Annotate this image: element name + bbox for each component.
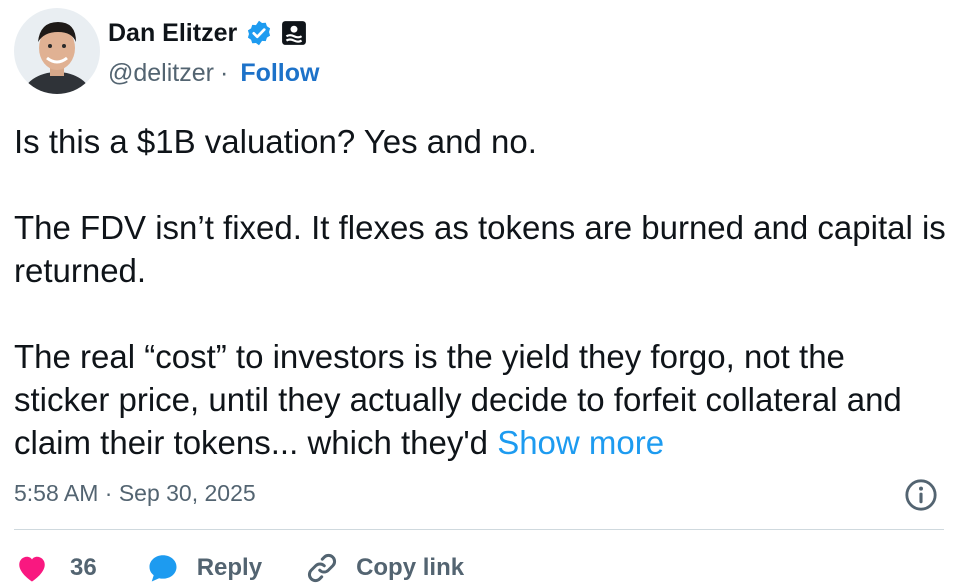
avatar[interactable] <box>14 8 100 94</box>
action-bar: 36 Reply Copy link <box>14 548 464 588</box>
copy-link-label: Copy link <box>356 554 465 581</box>
verified-badge-icon <box>248 20 271 46</box>
copy-link-button[interactable]: Copy link <box>304 550 464 586</box>
reply-bubble-icon <box>149 555 177 582</box>
author-name[interactable]: Dan Elitzer <box>108 19 237 48</box>
info-icon[interactable] <box>904 478 938 512</box>
author-handle[interactable]: @delitzer <box>108 59 214 88</box>
tweet-paragraph-3-text: The real “cost” to investors is the yiel… <box>14 338 902 461</box>
author-row: Dan Elitzer <box>108 16 307 50</box>
heart-icon <box>19 556 45 582</box>
separator-dot: · <box>219 58 229 87</box>
reply-label: Reply <box>196 554 263 581</box>
reply-button[interactable]: Reply <box>145 550 262 586</box>
tweet-paragraph-1: Is this a $1B valuation? Yes and no. <box>14 123 537 160</box>
handle-row: @delitzer · Follow <box>108 57 319 89</box>
likes-count: 36 <box>70 554 97 581</box>
affiliate-badge-icon[interactable] <box>281 20 307 46</box>
divider <box>14 529 944 530</box>
tweet-text: Is this a $1B valuation? Yes and no. The… <box>14 120 949 464</box>
show-more-link[interactable]: Show more <box>497 424 664 461</box>
follow-button[interactable]: Follow <box>240 59 319 88</box>
tweet-paragraph-3: The real “cost” to investors is the yiel… <box>14 335 949 464</box>
tweet-paragraph-2: The FDV isn’t fixed. It flexes as tokens… <box>14 209 946 289</box>
link-icon <box>308 554 337 582</box>
tweet-timestamp[interactable]: 5:58 AM · Sep 30, 2025 <box>14 480 256 507</box>
like-button[interactable]: 36 <box>14 550 97 586</box>
